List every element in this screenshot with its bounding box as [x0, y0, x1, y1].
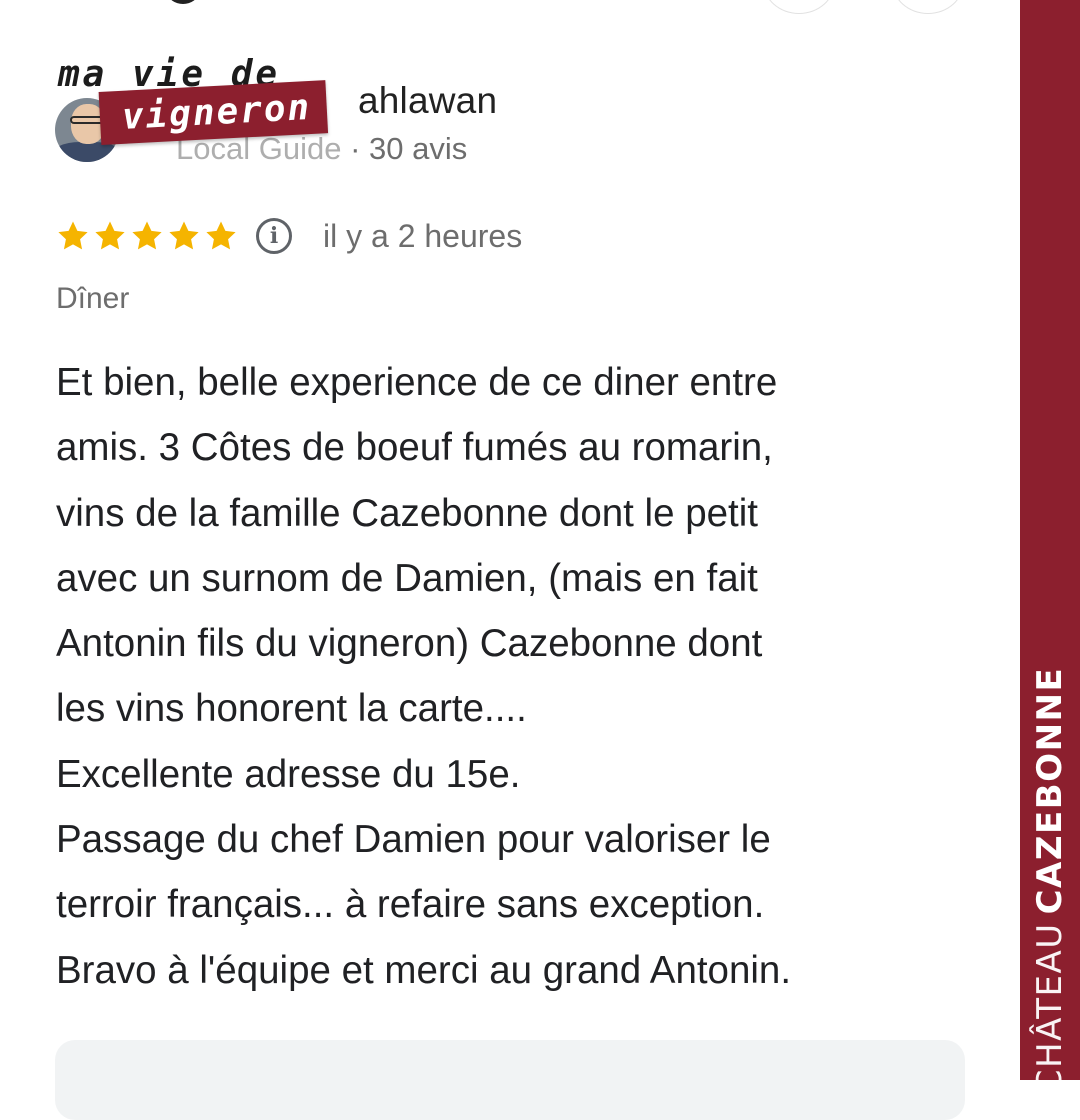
- review-time: il y a 2 heures: [323, 217, 523, 254]
- review-line: Et bien, belle experience de ce diner en…: [56, 361, 778, 404]
- review-line: les vins honorent la carte....: [56, 687, 527, 731]
- review-text: Et bien, belle experience de ce diner en…: [56, 350, 986, 1003]
- review-line: Excellente adresse du 15e.: [56, 752, 521, 796]
- cropped-top-element: [168, 0, 198, 4]
- brand-prefix: CHÂTEAU: [1030, 922, 1070, 1094]
- review-line: avec un surnom de Damien, (mais en fait: [56, 556, 758, 600]
- review-count: · 30 avis: [350, 131, 468, 166]
- overlay-tag-text: vigneron: [120, 86, 313, 138]
- brand-band: CHÂTEAU CAZEBONNE: [1020, 0, 1080, 1093]
- brand-name: CAZEBONNE: [1030, 666, 1070, 915]
- visit-type: Dîner: [56, 282, 130, 315]
- rating-row: i il y a 2 heures: [56, 212, 522, 260]
- review-line: terroir français... à refaire sans excep…: [56, 883, 765, 927]
- star-icon: [132, 221, 162, 250]
- next-card: [55, 1040, 965, 1120]
- info-icon[interactable]: i: [256, 218, 292, 254]
- star-icon: [95, 221, 125, 250]
- star-icon: [169, 221, 199, 250]
- top-action-button[interactable]: [763, 0, 835, 14]
- brand-logo: CHÂTEAU CAZEBONNE: [1030, 667, 1070, 1093]
- avatar-shoulders: [55, 142, 119, 162]
- review-line: Bravo à l'équipe et merci au grand Anton…: [56, 948, 792, 992]
- review-line: vins de la famille Cazebonne dont le pet…: [56, 491, 758, 535]
- star-rating: [56, 219, 238, 253]
- reviewer-name[interactable]: ahlawan: [358, 80, 497, 122]
- star-icon: [206, 221, 236, 250]
- review-line: Passage du chef Damien pour valoriser le: [56, 818, 771, 862]
- top-action-button[interactable]: [892, 0, 964, 14]
- review-line: amis. 3 Côtes de boeuf fumés au romarin,: [56, 426, 773, 470]
- star-icon: [58, 221, 88, 250]
- review-line: Antonin fils du vigneron) Cazebonne dont: [56, 622, 763, 666]
